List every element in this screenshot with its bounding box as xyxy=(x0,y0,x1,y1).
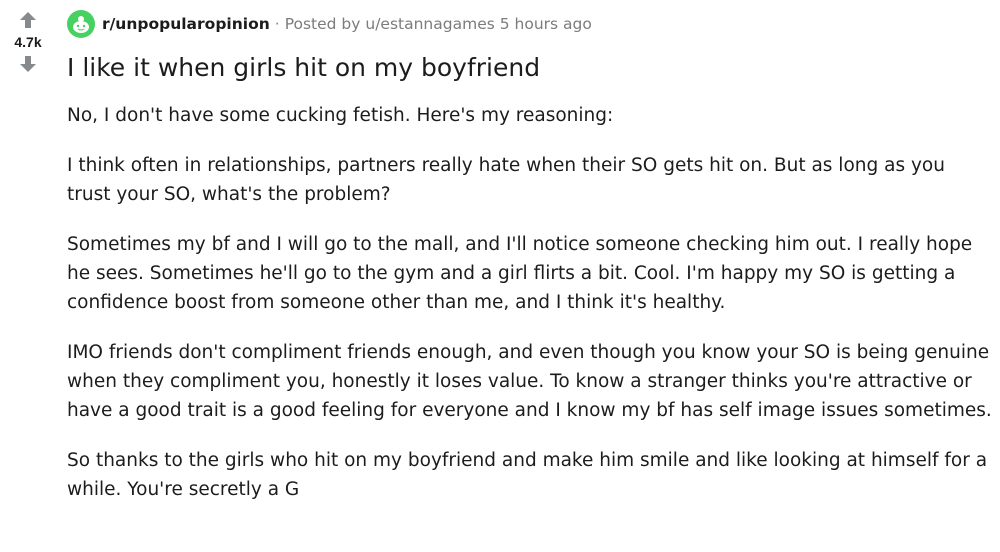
post-meta: r/unpopularopinion · Posted by u/estanna… xyxy=(67,10,992,38)
upvote-button[interactable] xyxy=(16,8,40,32)
post-paragraph: So thanks to the girls who hit on my boy… xyxy=(67,450,988,500)
vote-column: 4.7k xyxy=(0,8,56,76)
post-paragraph: IMO friends don't compliment friends eno… xyxy=(67,342,992,421)
downvote-button[interactable] xyxy=(16,52,40,76)
post-title[interactable]: I like it when girls hit on my boyfriend xyxy=(67,51,992,85)
meta-separator: · xyxy=(274,15,280,33)
post-body: No, I don't have some cucking fetish. He… xyxy=(67,101,992,504)
vote-count: 4.7k xyxy=(14,34,42,50)
posted-by-text[interactable]: Posted by u/estannagames 5 hours ago xyxy=(285,15,592,33)
post-paragraph: No, I don't have some cucking fetish. He… xyxy=(67,105,614,126)
subreddit-link[interactable]: r/unpopularopinion xyxy=(102,15,270,33)
subreddit-avatar-icon[interactable] xyxy=(67,10,95,38)
arrow-down-icon xyxy=(20,56,36,72)
post-content: r/unpopularopinion · Posted by u/estanna… xyxy=(67,10,992,525)
post-paragraph: Sometimes my bf and I will go to the mal… xyxy=(67,234,973,313)
post-card: 4.7k r/unpopularopinion · Posted by u/es… xyxy=(0,0,1000,552)
post-paragraph: I think often in relationships, partners… xyxy=(67,155,945,205)
arrow-up-icon xyxy=(20,12,36,28)
